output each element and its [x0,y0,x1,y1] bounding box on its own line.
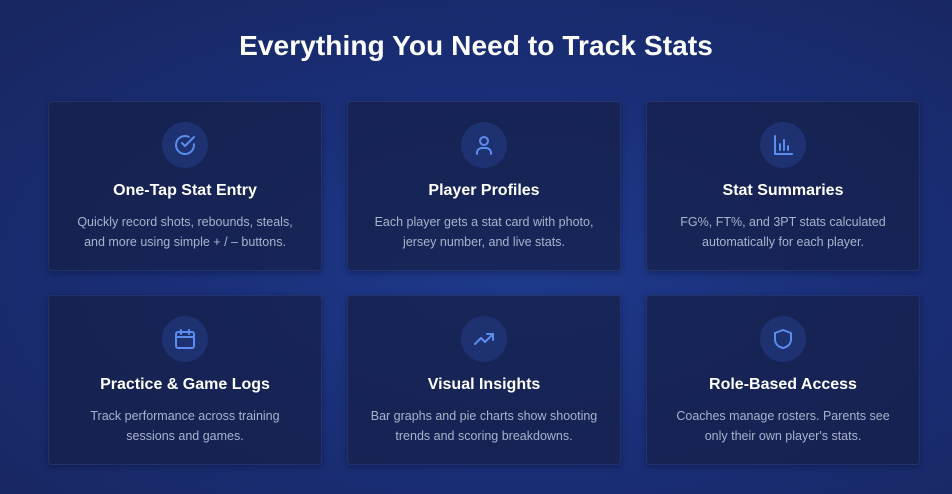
feature-title: Stat Summaries [722,182,844,199]
feature-description: Quickly record shots, rebounds, steals, a… [77,215,293,249]
shield-icon [760,316,806,362]
feature-card-stat-summaries: Stat Summaries FG%, FT%, and 3PT stats c… [646,101,920,271]
feature-description: Each player gets a stat card with photo,… [374,215,594,249]
feature-card-role-access: Role-Based Access Coaches manage rosters… [646,295,920,465]
feature-title: Player Profiles [428,182,540,199]
feature-card-player-profiles: Player Profiles Each player gets a stat … [347,101,621,271]
feature-title: Role-Based Access [709,376,857,393]
feature-title: Practice & Game Logs [100,376,270,393]
feature-description: Track performance across training session… [90,409,280,443]
section-title: Everything You Need to Track Stats [239,30,713,61]
feature-card-game-logs: Practice & Game Logs Track performance a… [48,295,322,465]
feature-title: One-Tap Stat Entry [113,182,257,199]
feature-description: Bar graphs and pie charts show shooting t… [370,409,598,443]
calendar-icon [162,316,208,362]
feature-title: Visual Insights [427,376,541,393]
feature-card-visual-insights: Visual Insights Bar graphs and pie chart… [347,295,621,465]
feature-description: Coaches manage rosters. Parents see only … [676,409,890,443]
check-circle-icon [162,122,208,168]
feature-description: FG%, FT%, and 3PT stats calculated automa… [680,215,886,249]
bar-chart-icon [760,122,806,168]
user-icon [461,122,507,168]
trending-up-icon [461,316,507,362]
feature-card-stat-entry: One-Tap Stat Entry Quickly record shots,… [48,101,322,271]
